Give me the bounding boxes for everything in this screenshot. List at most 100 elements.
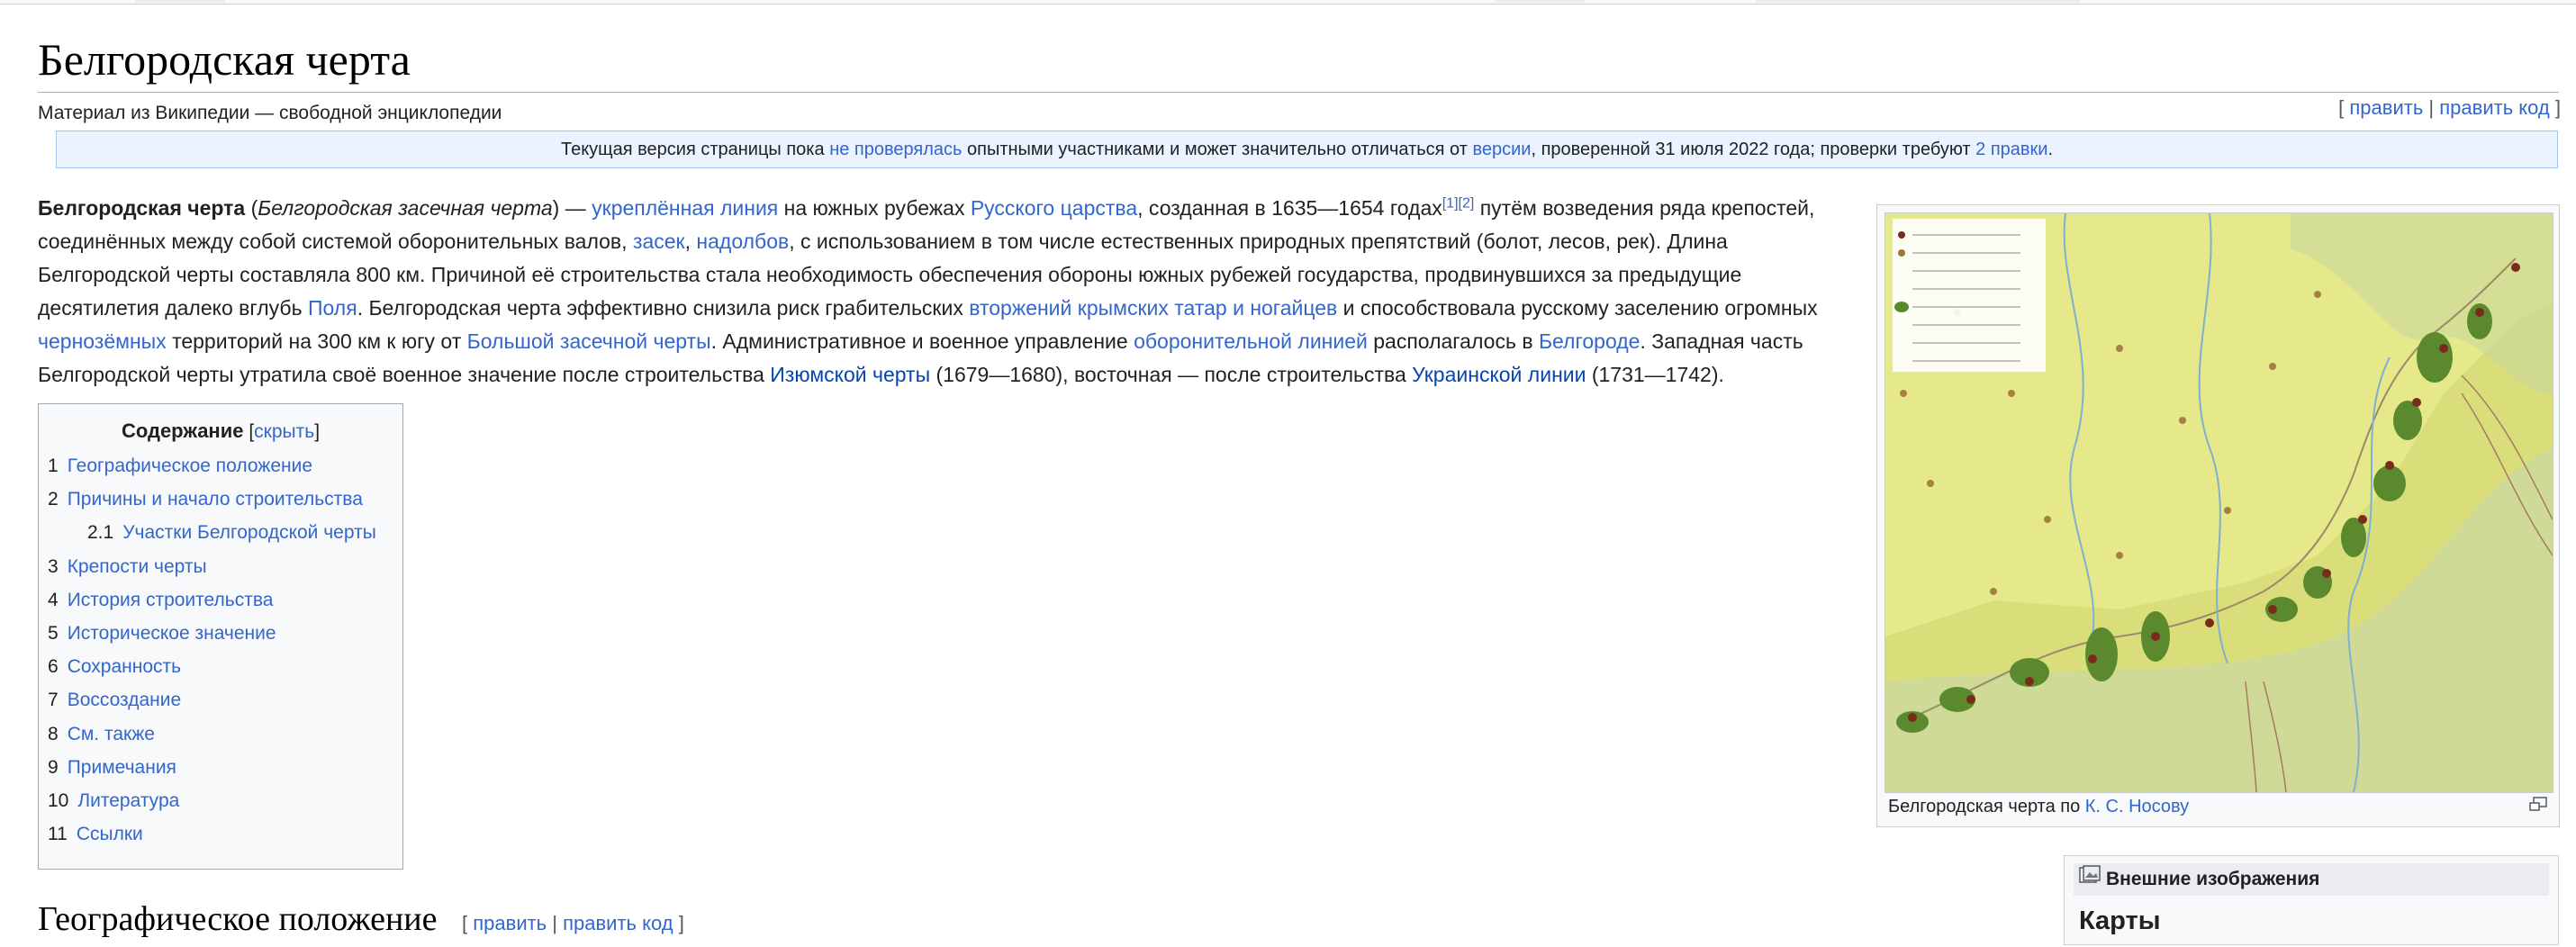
toc-title: Содержание [121, 419, 244, 442]
article-link[interactable]: Большой засечной черты [467, 329, 711, 353]
toc-item[interactable]: 2.1 Участки Белгородской черты [48, 516, 402, 549]
page-edit-links: [ править | править код ] [2338, 96, 2561, 120]
toc-item[interactable]: 10 Литература [48, 784, 402, 817]
toc-link[interactable]: Примечания [68, 757, 176, 778]
bold-term: Белгородская черта [38, 196, 246, 220]
magnify-clip-icon[interactable] [2528, 796, 2548, 814]
toc-number: 4 [48, 589, 59, 610]
top-nav-bar [0, 0, 2576, 5]
article-link[interactable]: засек [633, 230, 685, 253]
flagged-revision-notice: Текущая версия страницы пока не проверял… [56, 131, 2558, 168]
toc-item[interactable]: 2 Причины и начало строительства [48, 483, 402, 516]
table-of-contents: Содержание [скрыть] 1 Географическое поло… [38, 403, 403, 870]
article-link[interactable]: укреплённая линия [592, 196, 778, 220]
nav-tab[interactable] [1756, 0, 2080, 3]
toc-number: 8 [48, 723, 59, 744]
text: . Административное и военное управление [710, 329, 1134, 353]
toc-link[interactable]: Причины и начало строительства [68, 489, 363, 510]
toc-item[interactable]: 7 Воссоздание [48, 683, 402, 717]
toc-link[interactable]: Историческое значение [68, 623, 276, 644]
toc-link[interactable]: См. также [68, 724, 155, 744]
author-link[interactable]: К. С. Носову [2085, 797, 2189, 816]
reference-1[interactable]: [1] [1442, 195, 1459, 211]
section-title: Географическое положение [38, 900, 438, 938]
toc-number: 11 [48, 824, 68, 845]
text: ) — [552, 196, 592, 220]
article-link[interactable]: оборонительной линией [1134, 329, 1368, 353]
toc-toggle[interactable]: [скрыть] [249, 421, 320, 442]
toc-item[interactable]: 1 Географическое положение [48, 449, 402, 483]
article-link[interactable]: Белгороде [1539, 329, 1641, 353]
page-title: Белгородская черта [38, 27, 2559, 93]
toc-item[interactable]: 3 Крепости черты [48, 550, 402, 583]
image-icon [2079, 863, 2101, 896]
toc-number: 9 [48, 756, 59, 778]
unchecked-link[interactable]: не проверялась [829, 140, 962, 159]
toc-number: 2.1 [87, 522, 114, 544]
version-link[interactable]: версии [1472, 140, 1531, 159]
article-link[interactable]: чернозёмных [38, 329, 167, 353]
article-link[interactable]: Изюмской черты [770, 363, 930, 386]
article-link[interactable]: Поля [308, 296, 357, 320]
section-edit-link[interactable]: править [473, 912, 547, 934]
toc-number: 1 [48, 455, 59, 476]
toc-link[interactable]: Географическое положение [68, 455, 312, 476]
toc-number: 6 [48, 656, 59, 678]
article-link[interactable]: надолбов [696, 230, 789, 253]
toc-number: 7 [48, 690, 59, 711]
lead-paragraph: Белгородская черта (Белгородская засечна… [38, 192, 1848, 392]
external-images-header: Внешние изображения [2074, 863, 2549, 896]
article-link[interactable]: Украинской линии [1412, 363, 1586, 386]
reference-link[interactable]: [1] [1442, 195, 1459, 211]
text: (1731—1742). [1586, 363, 1724, 386]
nav-tab[interactable] [135, 0, 225, 3]
text: (1679—1680), восточная — после строитель… [930, 363, 1413, 386]
text: . Белгородская черта эффективно снизила … [357, 296, 970, 320]
toc-link[interactable]: Сохранность [68, 656, 181, 677]
toc-link[interactable]: Участки Белгородской черты [122, 522, 376, 543]
text: территорий на 300 км к югу от [166, 329, 467, 353]
external-images-title: Внешние изображения [2106, 869, 2320, 889]
nav-tab[interactable] [1495, 0, 1585, 3]
toc-link[interactable]: История строительства [68, 590, 274, 610]
toc-number: 2 [48, 489, 59, 510]
toc-item[interactable]: 4 История строительства [48, 583, 402, 617]
separator: | [2428, 96, 2435, 119]
section-edit-source-link[interactable]: править код [563, 912, 673, 934]
notice-text: , проверенной 31 июля 2022 года; проверк… [1531, 140, 1976, 159]
toc-item[interactable]: 5 Историческое значение [48, 617, 402, 650]
article-link[interactable]: Русского царства [971, 196, 1137, 220]
notice-text: опытными участниками и может значительно… [962, 140, 1473, 159]
maps-subheading: Карты [2079, 906, 2161, 935]
reference-2[interactable]: [2] [1459, 195, 1475, 211]
toc-list: 1 Географическое положение 2 Причины и нача… [39, 449, 402, 851]
bracket-open: [ [2338, 96, 2345, 119]
bracket-close: ] [2554, 96, 2561, 119]
toc-link[interactable]: Литература [77, 790, 179, 811]
toc-link[interactable]: Воссоздание [68, 690, 181, 710]
toc-hide-link[interactable]: скрыть [254, 421, 314, 442]
notice-text: . [2047, 140, 2054, 159]
text: располагалось в [1367, 329, 1539, 353]
toc-link[interactable]: Крепости черты [68, 556, 207, 577]
map-image[interactable] [1885, 212, 2553, 793]
text: , [684, 230, 697, 253]
map-thumbnail: Белгородская черта по К. С. Носову [1876, 204, 2560, 827]
toc-number: 10 [48, 789, 69, 811]
site-tagline: Материал из Википедии — свободной энцикл… [38, 103, 502, 123]
toc-item[interactable]: 6 Сохранность [48, 650, 402, 683]
toc-item[interactable]: 8 См. также [48, 717, 402, 751]
toc-item[interactable]: 11 Ссылки [48, 817, 402, 851]
edit-source-link[interactable]: править код [2439, 96, 2549, 119]
edit-link[interactable]: править [2349, 96, 2423, 119]
toc-item[interactable]: 9 Примечания [48, 751, 402, 784]
toc-number: 3 [48, 555, 59, 577]
text: ( [245, 196, 258, 220]
reference-link[interactable]: [2] [1459, 195, 1475, 211]
external-images-box: Внешние изображения Карты [2064, 855, 2559, 945]
article-link[interactable]: вторжений крымских татар и ногайцев [969, 296, 1337, 320]
thumbnail-caption: Белгородская черта по К. С. Носову [1888, 793, 2189, 820]
pending-edits-link[interactable]: 2 правки [1975, 140, 2047, 159]
toc-header: Содержание [скрыть] [39, 404, 402, 449]
toc-link[interactable]: Ссылки [77, 824, 143, 844]
